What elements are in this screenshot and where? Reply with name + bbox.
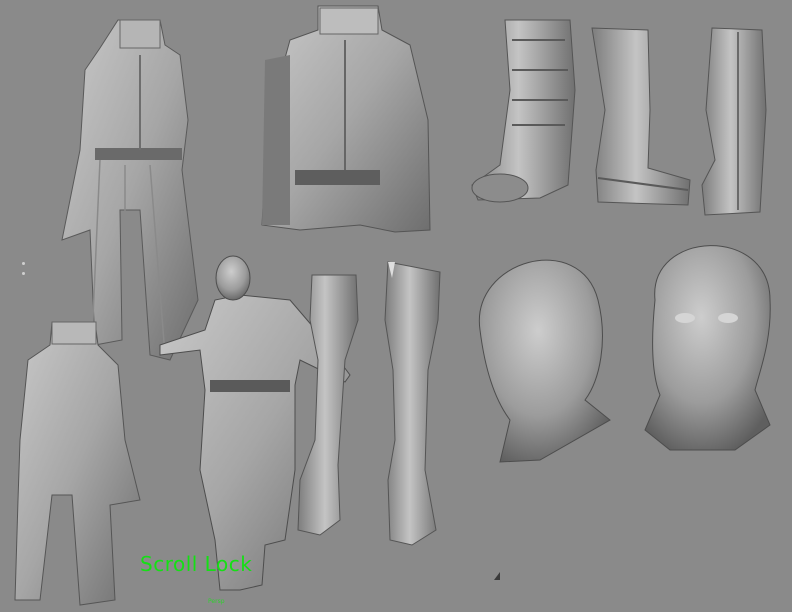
arm-back[interactable] [384, 261, 441, 546]
boot-side[interactable] [591, 27, 691, 206]
scroll-lock-indicator: Scroll Lock [140, 552, 253, 576]
vest-close-up[interactable] [261, 5, 431, 233]
head-three-quarter[interactable] [478, 259, 611, 463]
vest-with-skirt-front[interactable] [61, 19, 199, 361]
axis-marker-icon [494, 572, 500, 580]
viewport-canvas[interactable] [0, 0, 792, 612]
vest-back[interactable] [14, 321, 141, 606]
arm-front[interactable] [297, 274, 359, 536]
viewport-label: Persp [208, 598, 225, 605]
head-front[interactable] [644, 245, 771, 451]
viewport-dot [22, 262, 25, 265]
boot-front[interactable] [471, 19, 576, 203]
boot-back[interactable] [701, 27, 767, 216]
viewport-dot [22, 272, 25, 275]
